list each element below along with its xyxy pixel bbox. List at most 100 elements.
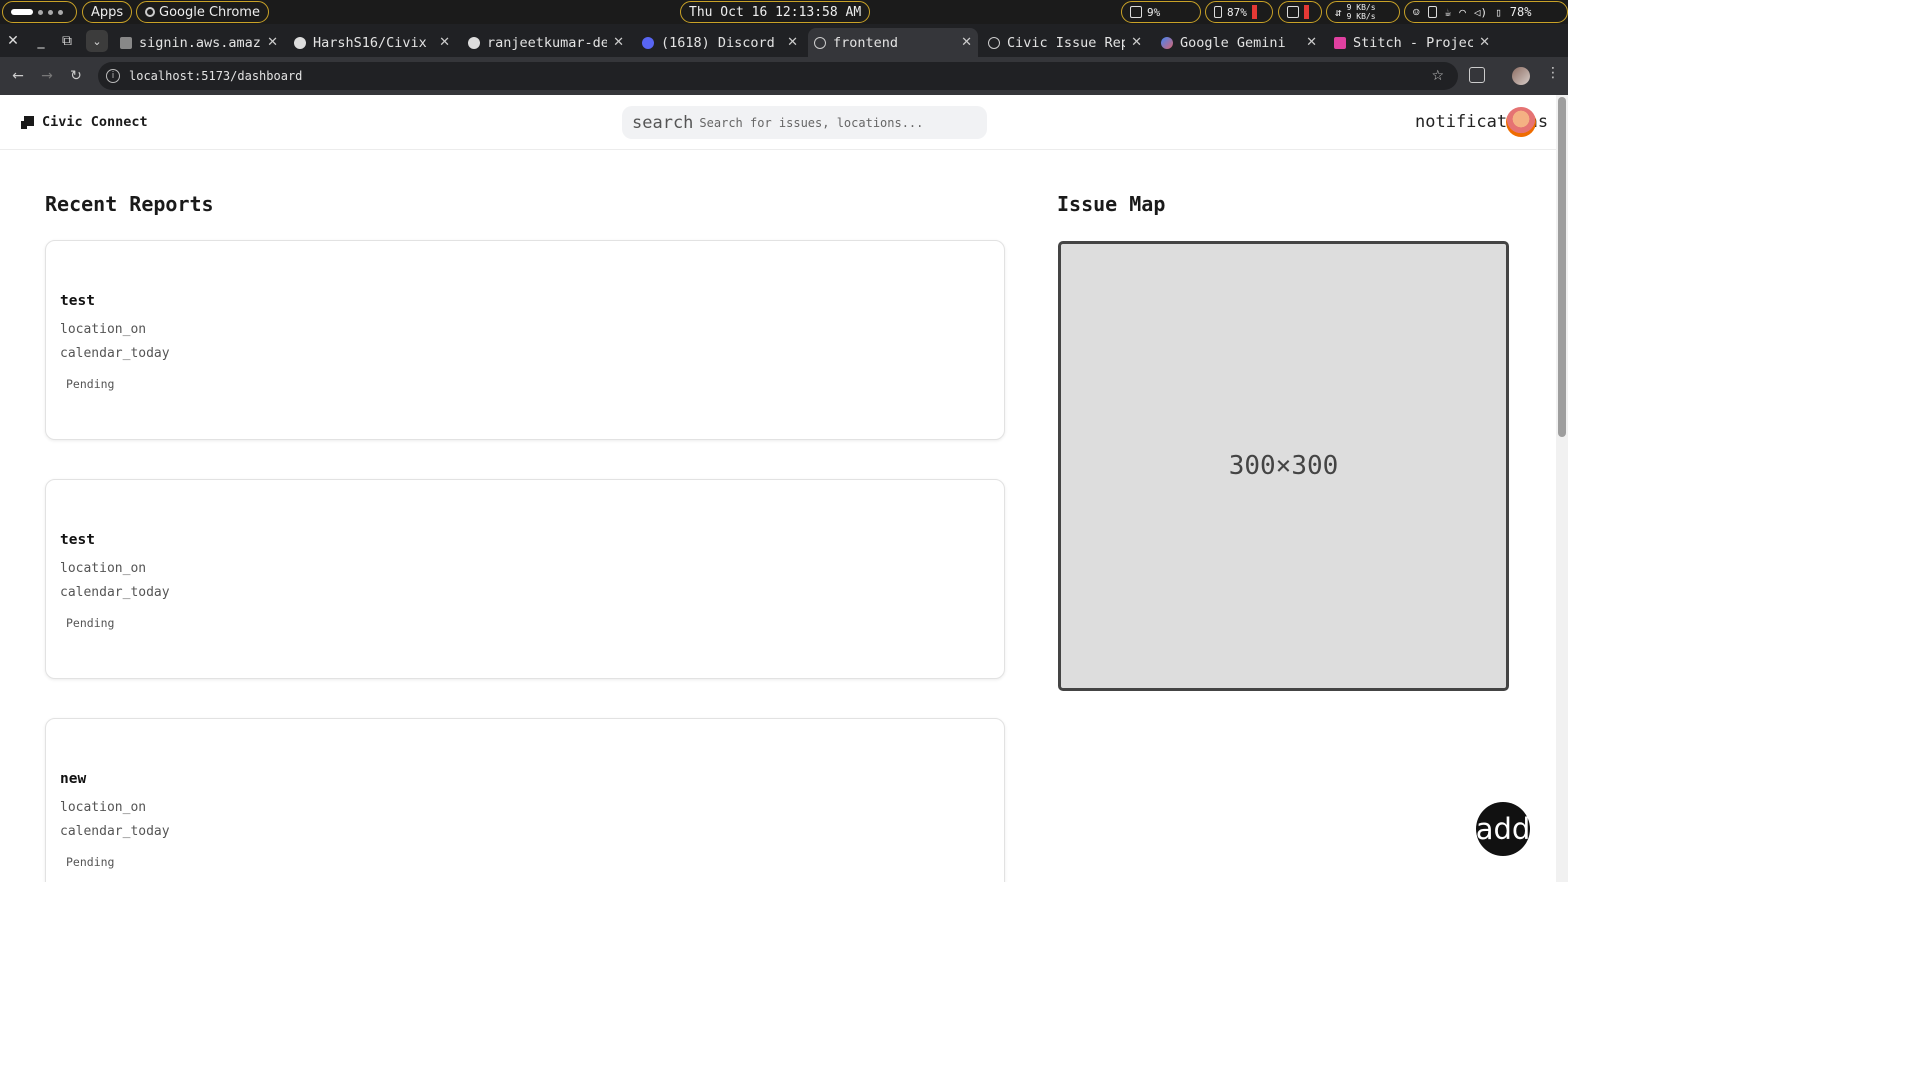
- calendar-icon: calendar_today: [60, 824, 170, 839]
- search-bar[interactable]: search: [622, 106, 987, 139]
- tab-aws-signin[interactable]: signin.aws.amazon ✕: [114, 28, 284, 57]
- map-placeholder-text: 300×300: [1228, 451, 1339, 481]
- close-tab-icon[interactable]: ✕: [1306, 35, 1317, 50]
- avatar[interactable]: [1506, 107, 1536, 137]
- brand[interactable]: Civic Connect: [21, 114, 148, 130]
- tab-title: Civic Issue Rep: [1007, 34, 1126, 51]
- chevron-down-icon: ⌄: [92, 34, 102, 48]
- cpu-indicator[interactable]: 9%: [1121, 1, 1201, 23]
- search-icon: search: [632, 112, 694, 133]
- aws-icon: [120, 36, 132, 49]
- disk-icon: [1287, 6, 1299, 18]
- close-tab-icon[interactable]: ✕: [1131, 35, 1142, 50]
- scroll-thumb[interactable]: [1558, 97, 1566, 437]
- recent-reports-heading: Recent Reports: [45, 192, 214, 216]
- tab-bar: ✕ _ ⧉ ⌄ signin.aws.amazon ✕ HarshS16/Civ…: [0, 24, 1568, 75]
- gemini-icon: [1161, 36, 1173, 49]
- tab-discord[interactable]: (1618) Discord ✕: [636, 28, 804, 57]
- calendar-icon: calendar_today: [60, 585, 170, 600]
- search-input[interactable]: [699, 115, 960, 130]
- app-header: Civic Connect search notifications: [0, 95, 1556, 150]
- report-title: new: [60, 771, 87, 787]
- close-tab-icon[interactable]: ✕: [439, 35, 450, 50]
- system-bar: Apps Google Chrome Thu Oct 16 12:13:58 A…: [0, 0, 1568, 24]
- tab-title: frontend: [833, 34, 899, 51]
- omnibox[interactable]: i localhost:5173/dashboard ☆: [98, 62, 1458, 90]
- disk-bar: [1304, 5, 1309, 19]
- workspace-dot-icon: [38, 9, 43, 15]
- network-indicator[interactable]: ⇵ 9 KB/s 9 KB/s: [1326, 1, 1400, 23]
- github-icon: [468, 36, 480, 49]
- memory-indicator[interactable]: 87%: [1205, 1, 1273, 23]
- report-card[interactable]: test location_on calendar_today Pending: [45, 240, 1005, 440]
- issue-map[interactable]: 300×300: [1058, 241, 1509, 691]
- active-app-indicator[interactable]: Google Chrome: [136, 1, 269, 23]
- tab-frontend[interactable]: frontend ✕: [808, 28, 978, 57]
- volume-icon[interactable]: ◁): [1474, 6, 1487, 19]
- brand-name: Civic Connect: [42, 114, 148, 130]
- close-window-icon[interactable]: ✕: [0, 24, 26, 57]
- tab-civic-issue[interactable]: Civic Issue Rep ✕: [982, 28, 1148, 57]
- forward-icon[interactable]: →: [36, 65, 58, 87]
- chrome-menu-icon[interactable]: ⋮: [1546, 65, 1560, 81]
- workspace-active-icon: [11, 9, 33, 15]
- disk-indicator[interactable]: [1278, 1, 1322, 23]
- close-tab-icon[interactable]: ✕: [1479, 35, 1490, 50]
- tab-title: (1618) Discord: [661, 34, 775, 51]
- cpu-value: 9%: [1147, 5, 1161, 19]
- workspace-dot-icon: [48, 9, 53, 15]
- close-tab-icon[interactable]: ✕: [267, 35, 278, 50]
- site-info-icon[interactable]: i: [106, 69, 120, 83]
- net-down: 9 KB/s: [1346, 12, 1376, 21]
- tab-stitch[interactable]: Stitch - Projects ✕: [1328, 28, 1496, 57]
- tab-gemini[interactable]: Google Gemini ✕: [1155, 28, 1323, 57]
- memory-bar: [1251, 5, 1257, 19]
- calendar-icon: calendar_today: [60, 346, 170, 361]
- tab-github-ranjeet[interactable]: ranjeetkumar-de ✕: [462, 28, 630, 57]
- clipboard-icon[interactable]: [1427, 6, 1437, 18]
- close-tab-icon[interactable]: ✕: [613, 35, 624, 50]
- clock[interactable]: Thu Oct 16 12:13:58 AM: [680, 1, 871, 23]
- url-text: localhost:5173/dashboard: [129, 69, 303, 83]
- globe-icon: [814, 36, 826, 49]
- tray: ☺ ☕ ◠ ◁) ▯ 78%: [1404, 1, 1568, 23]
- close-tab-icon[interactable]: ✕: [787, 35, 798, 50]
- close-tab-icon[interactable]: ✕: [961, 35, 972, 50]
- active-app-label: Google Chrome: [159, 4, 260, 20]
- location-icon: location_on: [60, 322, 147, 337]
- report-title: test: [60, 532, 95, 548]
- coffee-icon[interactable]: ☕: [1445, 6, 1452, 19]
- workspace-dot-icon: [58, 9, 63, 15]
- chrome-icon: [145, 7, 155, 17]
- github-icon: [294, 36, 306, 49]
- restore-window-icon[interactable]: ⧉: [54, 24, 80, 57]
- memory-icon: [1214, 6, 1222, 18]
- tab-title: ranjeetkumar-de: [487, 34, 608, 51]
- bookmark-star-icon[interactable]: ☆: [1431, 68, 1444, 84]
- apps-button[interactable]: Apps: [82, 1, 133, 23]
- add-report-button[interactable]: add: [1476, 802, 1530, 856]
- tab-github-civix[interactable]: HarshS16/Civix ✕: [288, 28, 456, 57]
- battery-icon[interactable]: ▯: [1495, 6, 1502, 19]
- battery-value: 78%: [1509, 5, 1532, 19]
- page-scrollbar[interactable]: [1556, 95, 1568, 882]
- status-badge: Pending: [66, 616, 115, 630]
- report-title: test: [60, 293, 95, 309]
- location-icon: location_on: [60, 561, 147, 576]
- globe-icon: [988, 36, 1000, 49]
- wifi-icon[interactable]: ◠: [1459, 6, 1466, 19]
- back-icon[interactable]: ←: [7, 65, 29, 87]
- cpu-icon: [1130, 6, 1142, 18]
- tray-app-icon[interactable]: ☺: [1413, 6, 1420, 19]
- workspace-indicator[interactable]: [2, 1, 77, 23]
- status-badge: Pending: [66, 377, 115, 391]
- profile-icon[interactable]: [1512, 67, 1530, 85]
- discord-icon: [642, 36, 654, 49]
- report-card[interactable]: test location_on calendar_today Pending: [45, 479, 1005, 679]
- extensions-icon[interactable]: [1469, 67, 1485, 83]
- minimize-window-icon[interactable]: _: [28, 24, 54, 57]
- report-card[interactable]: new location_on calendar_today Pending: [45, 718, 1005, 882]
- address-bar: ← → ↻ i localhost:5173/dashboard ☆ ⋮: [0, 57, 1568, 95]
- tab-search-button[interactable]: ⌄: [86, 30, 108, 52]
- reload-icon[interactable]: ↻: [65, 65, 87, 87]
